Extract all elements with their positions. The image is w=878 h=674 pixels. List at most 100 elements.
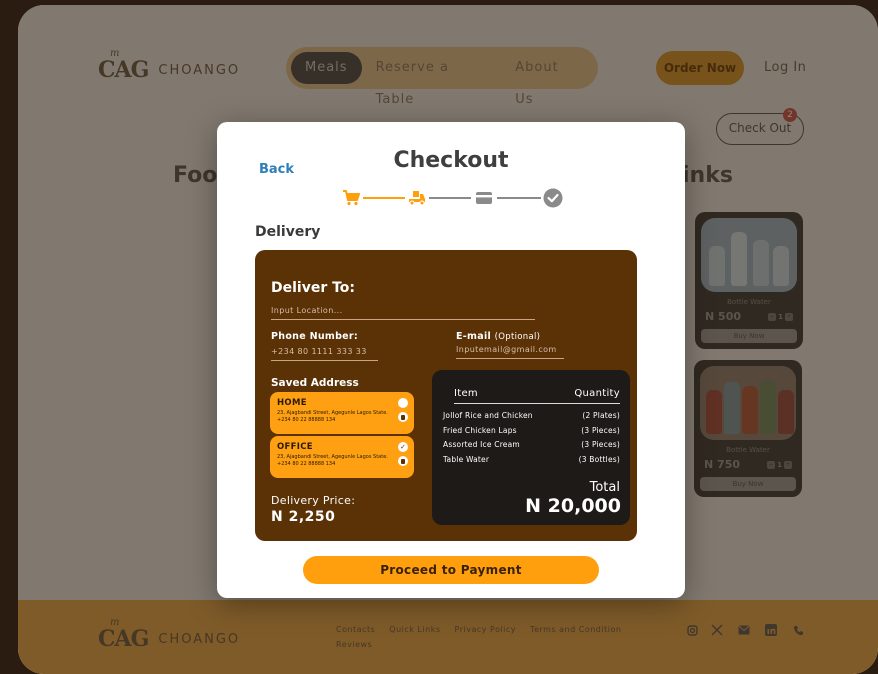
delivery-panel: Deliver To: Input Location... Phone Numb… (255, 250, 637, 541)
address-phone: +234 80 22 88888 134 (277, 461, 336, 467)
logo-mark-sup: m (110, 617, 120, 628)
trash-icon[interactable] (398, 412, 408, 422)
footer-link-quick-links[interactable]: Quick Links (389, 625, 440, 634)
quantity-column-header: Quantity (574, 388, 620, 399)
saved-address-label: Saved Address (271, 377, 359, 389)
address-line: 23, Ajagbandi Street, Agegunle Lagos Sta… (277, 454, 388, 460)
address-title: OFFICE (277, 442, 313, 452)
proceed-to-payment-button[interactable]: Proceed to Payment (303, 556, 599, 584)
product-card: Bottle Water N 750 −1 + Buy Now (694, 360, 802, 497)
linkedin-icon[interactable] (765, 624, 777, 636)
minus-icon[interactable]: − (767, 460, 776, 469)
footer-logo[interactable]: m CAG CHOANGO (98, 617, 241, 652)
section-heading-food: Foo (173, 163, 218, 188)
footer-links: Contacts Quick Links Privacy Policy Term… (336, 625, 636, 649)
checkout-modal: Back Checkout Delivery Deliver To: Input… (217, 122, 685, 598)
summary-rows: Jollof Rice and Chicken (2 Plates) Fried … (443, 411, 620, 469)
nav-item-about[interactable]: About Us (501, 52, 593, 107)
x-icon[interactable] (711, 624, 723, 636)
order-summary: Item Quantity Jollof Rice and Chicken (2 … (432, 370, 630, 525)
card-icon (474, 188, 494, 208)
delivery-price-label: Delivery Price: (271, 494, 356, 507)
minus-icon[interactable]: − (768, 312, 777, 321)
summary-qty: (3 Bottles) (578, 454, 620, 464)
cart-icon (341, 188, 361, 208)
footer-link-privacy[interactable]: Privacy Policy (455, 625, 517, 634)
section-heading-drinks: inks (682, 163, 733, 188)
checkout-stepper (341, 186, 563, 210)
quantity-value: 1 (778, 312, 783, 321)
address-card-office[interactable]: OFFICE 23, Ajagbandi Street, Agegunle La… (270, 436, 414, 478)
login-link[interactable]: Log In (764, 60, 806, 75)
email-input[interactable]: Inputemail@gmail.com (456, 345, 564, 359)
summary-item: Fried Chicken Laps (443, 425, 517, 435)
order-now-button[interactable]: Order Now (656, 51, 744, 85)
radio-selected-icon[interactable]: ✓ (398, 442, 408, 452)
location-input[interactable]: Input Location... (271, 306, 535, 320)
delivery-price-value: N 2,250 (271, 509, 336, 525)
nav-item-reserve[interactable]: Reserve a Table (362, 52, 502, 107)
phone-icon[interactable] (792, 624, 804, 636)
summary-item: Table Water (443, 454, 490, 464)
delivery-truck-icon (407, 188, 427, 208)
email-label: E-mail (Optional) (456, 331, 540, 342)
footer-link-reviews[interactable]: Reviews (336, 640, 372, 649)
plus-icon[interactable]: + (784, 460, 792, 469)
summary-qty: (3 Pieces) (581, 425, 620, 435)
email-label-text: E-mail (456, 331, 492, 342)
summary-item: Jollof Rice and Chicken (443, 411, 533, 420)
total-value: N 20,000 (525, 495, 621, 517)
cart-count-badge: 2 (783, 108, 797, 122)
address-line: 23, Ajagbandi Street, Agegunle Lagos Sta… (277, 410, 388, 416)
nav-item-meals[interactable]: Meals (291, 52, 362, 84)
product-card: Bottle Water N 500 −1 + Buy Now (695, 212, 803, 349)
address-card-home[interactable]: HOME 23, Ajagbandi Street, Agegunle Lago… (270, 392, 414, 434)
footer-link-contacts[interactable]: Contacts (336, 625, 375, 634)
summary-row: Assorted Ice Cream (3 Pieces) (443, 440, 620, 455)
deliver-to-label: Deliver To: (271, 280, 356, 296)
brand-logo[interactable]: m CAG CHOANGO (98, 48, 241, 83)
product-name: Bottle Water (726, 446, 770, 454)
product-image (700, 366, 796, 440)
plus-icon[interactable]: + (785, 312, 793, 321)
summary-header: Item Quantity (454, 388, 620, 404)
phone-label: Phone Number: (271, 331, 359, 342)
phone-input[interactable]: +234 80 1111 333 33 (271, 347, 378, 361)
summary-row: Fried Chicken Laps (3 Pieces) (443, 426, 620, 441)
quantity-stepper[interactable]: −1 + (767, 460, 792, 469)
item-column-header: Item (454, 388, 478, 399)
instagram-icon[interactable] (686, 624, 698, 636)
radio-unselected-icon[interactable] (398, 398, 408, 408)
quantity-stepper[interactable]: −1 + (768, 312, 793, 321)
brand-name: CHOANGO (158, 631, 241, 647)
summary-item: Assorted Ice Cream (443, 440, 520, 449)
total-label: Total (589, 480, 620, 495)
product-name: Bottle Water (727, 298, 771, 306)
buy-now-button[interactable]: Buy Now (701, 329, 797, 343)
check-icon (543, 188, 563, 208)
address-phone: +234 80 22 88888 134 (277, 417, 336, 423)
footer-link-terms[interactable]: Terms and Condition (530, 625, 621, 634)
logo-mark-text: CAG (98, 57, 149, 83)
trash-icon[interactable] (398, 456, 408, 466)
main-nav: Meals Reserve a Table About Us (286, 47, 598, 107)
address-title: HOME (277, 398, 307, 408)
logo-mark: m CAG (98, 48, 149, 83)
section-title: Delivery (255, 224, 321, 240)
email-optional-text: (Optional) (494, 332, 541, 342)
summary-qty: (2 Plates) (582, 411, 620, 420)
logo-mark-text: CAG (98, 626, 149, 652)
quantity-value: 1 (777, 460, 782, 469)
logo-mark-sup: m (110, 48, 120, 59)
buy-now-button[interactable]: Buy Now (700, 477, 796, 491)
summary-row: Jollof Rice and Chicken (2 Plates) (443, 411, 620, 426)
modal-title: Checkout (393, 148, 509, 173)
product-price: N 750 (704, 458, 740, 471)
brand-name: CHOANGO (158, 62, 241, 78)
mail-icon[interactable] (738, 624, 750, 636)
logo-mark: m CAG (98, 617, 149, 652)
summary-qty: (3 Pieces) (581, 440, 620, 449)
product-image (701, 218, 797, 292)
summary-row: Table Water (3 Bottles) (443, 455, 620, 470)
product-price: N 500 (705, 310, 741, 323)
